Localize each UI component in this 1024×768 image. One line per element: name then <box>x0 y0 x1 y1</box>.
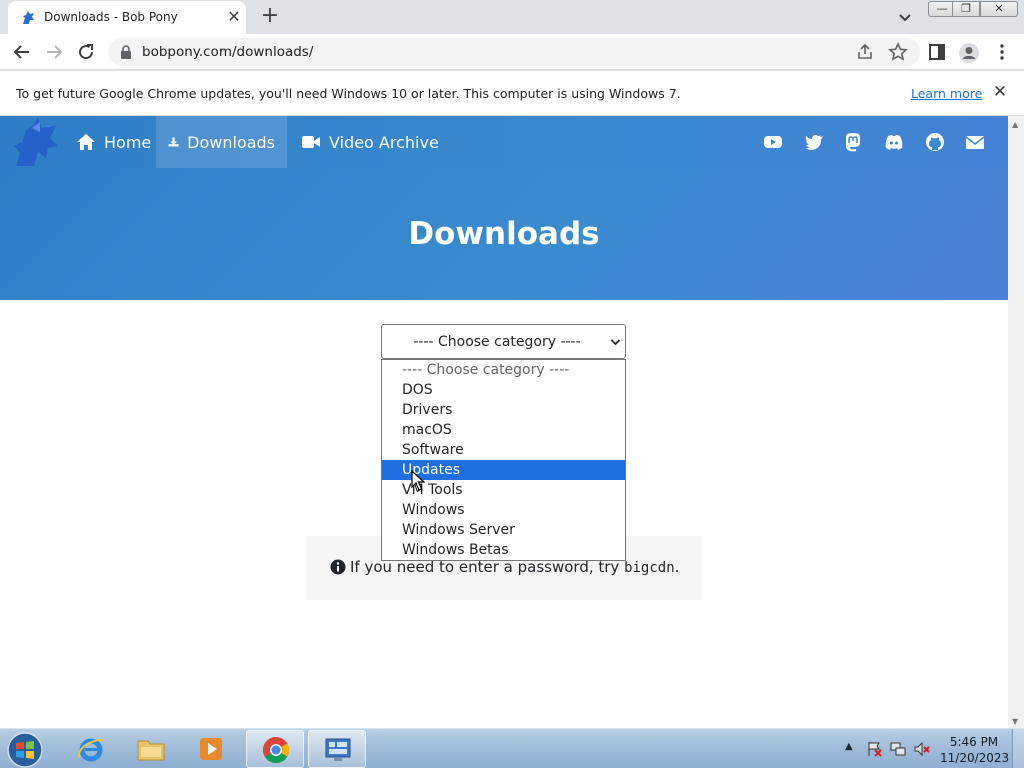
lock-icon[interactable] <box>120 45 132 59</box>
discord-icon[interactable] <box>884 132 904 152</box>
new-tab-button[interactable]: + <box>258 5 282 29</box>
password-code: bigcdn <box>624 560 675 576</box>
file-explorer-icon <box>137 740 165 761</box>
option-windows-betas[interactable]: Windows Betas <box>382 540 625 560</box>
bobpony-logo-icon[interactable] <box>10 118 62 168</box>
taskbar-internet-explorer[interactable] <box>62 730 120 768</box>
bobpony-favicon-icon <box>23 11 34 24</box>
update-infobar: To get future Google Chrome updates, you… <box>0 71 1024 116</box>
share-icon[interactable] <box>856 43 874 61</box>
address-bar[interactable]: bobpony.com/downloads/ <box>108 38 920 66</box>
tab-title: Downloads - Bob Pony <box>44 10 178 24</box>
internet-explorer-icon <box>77 738 105 762</box>
nav-video-archive-link[interactable]: Video Archive <box>289 116 451 168</box>
chevron-down-icon <box>610 339 621 346</box>
infobar-close-icon[interactable]: ✕ <box>990 82 1010 102</box>
nav-home-link[interactable]: Home <box>64 116 163 168</box>
clock-time[interactable]: 5:46 PM <box>944 735 1004 749</box>
tray-expand-icon[interactable]: ▲ <box>845 741 853 752</box>
page-scrollbar[interactable]: ▲ ▼ <box>1008 116 1024 728</box>
taskbar-chrome[interactable] <box>246 730 304 768</box>
url-text: bobpony.com/downloads/ <box>142 44 314 60</box>
tab-strip: Downloads - Bob Pony ✕ + — ❐ ✕ <box>0 0 1024 34</box>
remote-desktop-icon <box>325 738 351 761</box>
option-macos[interactable]: macOS <box>382 420 625 440</box>
learn-more-link[interactable]: Learn more <box>911 86 982 101</box>
back-arrow-icon[interactable] <box>10 40 34 64</box>
nav-home-label: Home <box>104 132 152 152</box>
windows-taskbar: ▲ 5:46 PM 11/20/2023 <box>0 728 1024 768</box>
video-camera-icon <box>302 136 320 148</box>
reload-icon[interactable] <box>74 40 98 64</box>
volume-muted-icon[interactable] <box>914 741 930 757</box>
infobar-message: To get future Google Chrome updates, you… <box>16 86 681 101</box>
option-windows[interactable]: Windows <box>382 500 625 520</box>
scroll-down-arrow-icon[interactable]: ▼ <box>1012 717 1018 726</box>
nav-video-archive-label: Video Archive <box>329 132 439 152</box>
forward-arrow-icon[interactable] <box>42 40 66 64</box>
download-icon <box>168 137 179 147</box>
mastodon-icon[interactable] <box>843 132 863 152</box>
hero-banner: Downloads <box>0 168 1008 300</box>
option-software[interactable]: Software <box>382 440 625 460</box>
mouse-cursor-icon <box>411 470 425 491</box>
show-desktop-button[interactable] <box>1012 729 1024 768</box>
action-center-flag-icon[interactable] <box>866 741 882 757</box>
clock-date[interactable]: 11/20/2023 <box>940 751 1009 765</box>
chrome-menu-icon[interactable] <box>994 43 1010 61</box>
password-notice-suffix: . <box>674 558 680 576</box>
category-select[interactable]: ---- Choose category ---- <box>381 324 626 359</box>
taskbar-remote-desktop[interactable] <box>308 730 366 768</box>
window-close-button[interactable]: ✕ <box>980 1 1018 17</box>
taskbar-file-explorer[interactable] <box>122 730 180 768</box>
github-icon[interactable] <box>925 132 945 152</box>
home-icon <box>77 134 95 150</box>
email-icon[interactable] <box>965 132 985 152</box>
tab-close-icon[interactable]: ✕ <box>224 7 244 27</box>
youtube-icon[interactable] <box>763 132 783 152</box>
bookmark-star-icon[interactable] <box>888 42 908 62</box>
tab-search-icon[interactable] <box>894 6 916 28</box>
side-panel-icon[interactable] <box>928 43 946 61</box>
option-drivers[interactable]: Drivers <box>382 400 625 420</box>
option-choose-category[interactable]: ---- Choose category ---- <box>382 360 625 380</box>
info-circle-icon <box>330 559 346 575</box>
category-select-value: ---- Choose category ---- <box>413 334 581 350</box>
nav-downloads-label: Downloads <box>187 132 275 152</box>
scroll-up-arrow-icon[interactable]: ▲ <box>1012 120 1018 129</box>
start-orb-icon[interactable] <box>6 731 44 768</box>
chrome-icon <box>262 736 290 764</box>
option-dos[interactable]: DOS <box>382 380 625 400</box>
browser-toolbar: bobpony.com/downloads/ <box>0 34 1024 70</box>
media-player-icon <box>200 738 222 760</box>
taskbar-media-player[interactable] <box>182 730 240 768</box>
twitter-icon[interactable] <box>804 132 824 152</box>
window-maximize-button[interactable]: ❐ <box>952 1 980 17</box>
network-icon[interactable] <box>890 741 906 757</box>
category-dropdown-list: ---- Choose category ---- DOS Drivers ma… <box>381 359 626 561</box>
browser-tab[interactable]: Downloads - Bob Pony ✕ <box>8 1 246 34</box>
nav-downloads-link[interactable]: Downloads <box>156 116 287 168</box>
site-navbar: Home Downloads Video Archive <box>0 116 1008 168</box>
page-title: Downloads <box>408 216 600 252</box>
profile-avatar-icon[interactable] <box>958 42 980 64</box>
option-windows-server[interactable]: Windows Server <box>382 520 625 540</box>
